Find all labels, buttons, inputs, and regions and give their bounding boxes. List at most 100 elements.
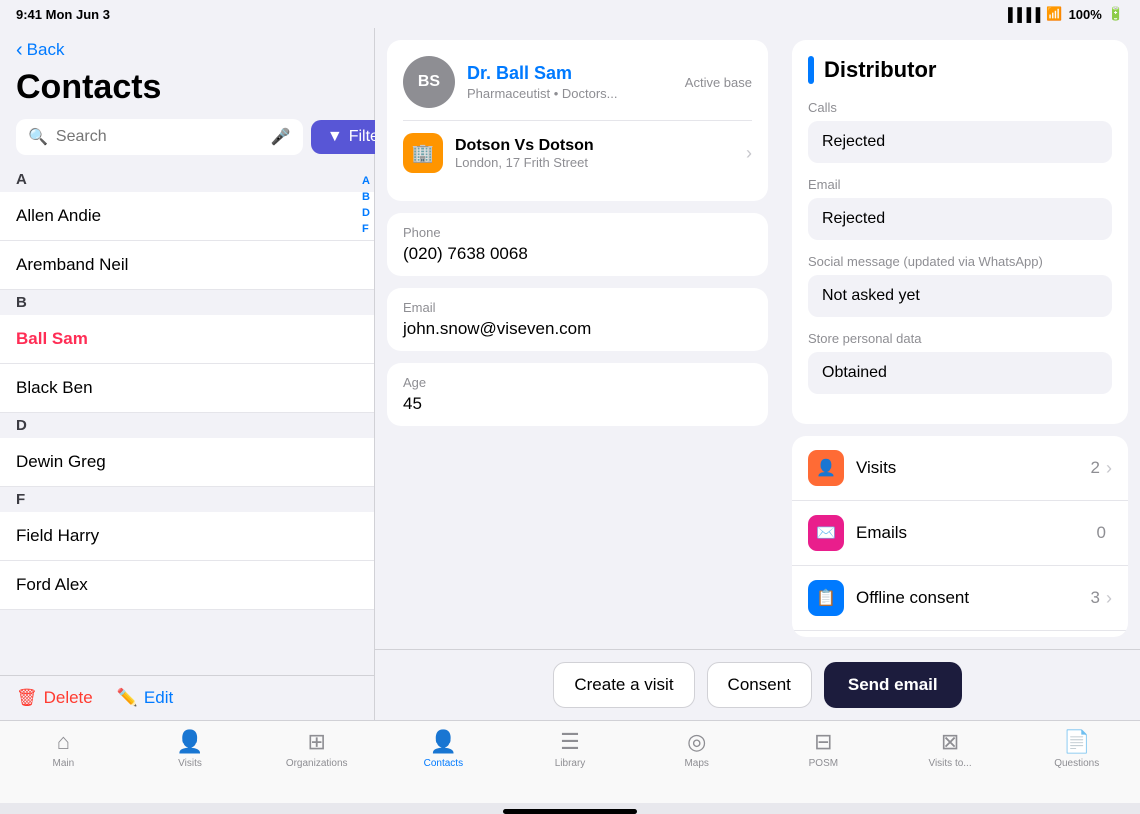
tab-organizations[interactable]: ⊞ Organizations	[253, 729, 380, 769]
org-building-icon: 🏢	[412, 143, 434, 164]
offline-doc-icon: 📋	[816, 588, 836, 608]
home-indicator	[503, 809, 637, 814]
active-base-badge: Active base	[685, 75, 752, 90]
section-header-f: F	[0, 487, 374, 512]
phone-card: Phone (020) 7638 0068	[387, 213, 768, 276]
library-icon: ☰	[560, 729, 580, 755]
tab-main[interactable]: ⌂ Main	[0, 729, 127, 769]
search-input[interactable]	[56, 128, 263, 146]
list-item[interactable]: Aremband Neil	[0, 241, 374, 290]
org-address: London, 17 Frith Street	[455, 155, 734, 170]
status-indicators: ▐▐▐▐ 📶 100% 🔋	[1004, 6, 1124, 22]
contact-name: Dr. Ball Sam	[467, 63, 618, 84]
org-icon: 🏢	[403, 133, 443, 173]
tab-library[interactable]: ☰ Library	[507, 729, 634, 769]
tab-contacts-label: Contacts	[424, 758, 463, 769]
age-value: 45	[403, 394, 752, 414]
contact-specialty: Pharmaceutist • Doctors...	[467, 86, 618, 101]
create-visit-button[interactable]: Create a visit	[553, 662, 694, 708]
list-item-ball-sam[interactable]: Ball Sam	[0, 315, 374, 364]
tab-posm[interactable]: ⊟ POSM	[760, 729, 887, 769]
offline-consent-row[interactable]: 📋 Offline consent 3 ›	[792, 566, 1128, 631]
age-card: Age 45	[387, 363, 768, 426]
list-item-field-harry[interactable]: Field Harry	[0, 512, 374, 561]
age-label: Age	[403, 375, 752, 390]
phone-label: Phone	[403, 225, 752, 240]
offline-consent-label: Offline consent	[856, 588, 1091, 608]
email-dist-label: Email	[808, 177, 1112, 192]
visits-chevron-icon: ›	[1106, 458, 1112, 479]
consent-button[interactable]: Consent	[707, 662, 812, 708]
tab-maps[interactable]: ◎ Maps	[633, 729, 760, 769]
list-item[interactable]: Ford Alex	[0, 561, 374, 610]
section-header-b: B	[0, 290, 374, 315]
visits-icon: 👤	[808, 450, 844, 486]
alpha-index: A B D F	[358, 167, 374, 243]
tab-posm-label: POSM	[809, 758, 838, 769]
email-card: Email john.snow@viseven.com	[387, 288, 768, 351]
alpha-d[interactable]: D	[362, 207, 370, 219]
alpha-b[interactable]: B	[362, 191, 370, 203]
contact-header-card: BS Dr. Ball Sam Pharmaceutist • Doctors.…	[387, 40, 768, 201]
tab-bar: ⌂ Main 👤 Visits ⊞ Organizations 👤 Contac…	[0, 720, 1140, 803]
section-header-a: A	[0, 167, 374, 192]
main-home-icon: ⌂	[57, 729, 70, 755]
bottom-actions: Create a visit Consent Send email	[375, 649, 1140, 720]
visits-to-icon: ⊠	[941, 729, 959, 755]
social-field: Social message (updated via WhatsApp) No…	[808, 254, 1112, 317]
send-email-button[interactable]: Send email	[824, 662, 962, 708]
alpha-f[interactable]: F	[362, 223, 370, 235]
org-name: Dotson Vs Dotson	[455, 137, 734, 155]
activity-card: 👤 Visits 2 › ✉️ Emails 0	[792, 436, 1128, 637]
back-button[interactable]: ‹ Back	[0, 28, 374, 64]
visits-row[interactable]: 👤 Visits 2 ›	[792, 436, 1128, 501]
contact-header-top: BS Dr. Ball Sam Pharmaceutist • Doctors.…	[403, 56, 752, 108]
distributor-header: Distributor	[808, 56, 1112, 84]
edit-icon: ✏️	[117, 688, 138, 708]
tab-contacts[interactable]: 👤 Contacts	[380, 729, 507, 769]
tab-visits[interactable]: 👤 Visits	[127, 729, 254, 769]
alpha-a[interactable]: A	[362, 175, 370, 187]
tab-visits-label: Visits	[178, 758, 202, 769]
signal-icon: ▐▐▐▐	[1004, 7, 1041, 22]
tab-main-label: Main	[52, 758, 74, 769]
section-header-d: D	[0, 413, 374, 438]
social-label: Social message (updated via WhatsApp)	[808, 254, 1112, 269]
avatar: BS	[403, 56, 455, 108]
edit-button[interactable]: ✏️ Edit	[117, 688, 173, 708]
contact-info: Dr. Ball Sam Pharmaceutist • Doctors...	[467, 63, 618, 101]
phone-field: Phone (020) 7638 0068	[387, 213, 768, 276]
distributor-color-bar	[808, 56, 814, 84]
tab-visits-to-label: Visits to...	[928, 758, 971, 769]
back-label: Back	[27, 40, 65, 60]
offline-consent-count: 3	[1091, 588, 1100, 608]
filter-icon: ▼	[327, 128, 343, 146]
right-panel: Distributor Calls Rejected Email Rejecte…	[780, 28, 1140, 649]
left-bottom-actions: 🗑 Delete ✏️ Edit	[0, 675, 374, 720]
visits-count: 2	[1091, 458, 1100, 478]
distributor-card: Distributor Calls Rejected Email Rejecte…	[792, 40, 1128, 424]
list-item[interactable]: Black Ben	[0, 364, 374, 413]
search-box: 🔍 🎤	[16, 119, 303, 155]
search-icon: 🔍	[28, 127, 48, 147]
email-envelope-icon: ✉️	[816, 523, 836, 543]
middle-panel: BS Dr. Ball Sam Pharmaceutist • Doctors.…	[375, 28, 780, 649]
status-time: 9:41 Mon Jun 3	[16, 7, 110, 22]
tab-questions[interactable]: 📄 Questions	[1013, 729, 1140, 769]
calls-label: Calls	[808, 100, 1112, 115]
emails-row[interactable]: ✉️ Emails 0	[792, 501, 1128, 566]
email-dist-value: Rejected	[808, 198, 1112, 240]
list-item[interactable]: Allen Andie	[0, 192, 374, 241]
tab-library-label: Library	[555, 758, 586, 769]
emails-icon: ✉️	[808, 515, 844, 551]
email-dist-field: Email Rejected	[808, 177, 1112, 240]
organization-row[interactable]: 🏢 Dotson Vs Dotson London, 17 Frith Stre…	[403, 120, 752, 185]
search-filter-row: 🔍 🎤 ▼ Filter	[0, 119, 374, 167]
battery-label: 100%	[1069, 7, 1102, 22]
delete-button[interactable]: 🗑 Delete	[16, 688, 93, 708]
tab-visits-to[interactable]: ⊠ Visits to...	[887, 729, 1014, 769]
questions-tab-icon: 📄	[1063, 729, 1090, 755]
tab-questions-label: Questions	[1054, 758, 1099, 769]
questions-row[interactable]: ❓ Questions 3 ›	[792, 631, 1128, 637]
list-item[interactable]: Dewin Greg	[0, 438, 374, 487]
